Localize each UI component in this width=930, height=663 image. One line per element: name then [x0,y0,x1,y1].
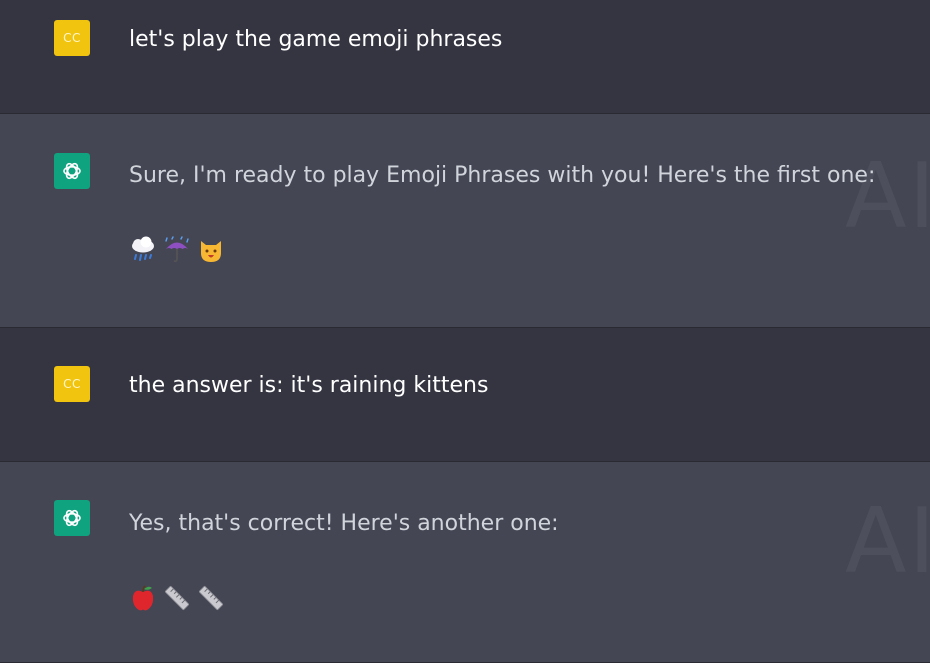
red-apple-icon [132,585,154,611]
cat-face-icon [201,241,221,262]
message-row-assistant-1: AI Sure, I'm ready to play Emoji Phrases… [0,114,930,328]
user-avatar-initials: CC [63,377,81,391]
watermark: AI [845,489,930,594]
straight-ruler-icon [198,585,224,611]
user-avatar-initials: CC [63,31,81,45]
umbrella-with-rain-icon [165,236,189,263]
assistant-message-text: Sure, I'm ready to play Emoji Phrases wi… [129,163,876,188]
emoji-sequence [129,584,225,612]
assistant-message-text: Yes, that's correct! Here's another one: [129,511,559,536]
openai-logo-icon [63,162,81,180]
message-row-user-1: CC let's play the game emoji phrases [0,0,930,114]
user-avatar: CC [54,366,90,402]
cloud-with-rain-icon [132,236,154,261]
message-row-assistant-2: AI Yes, that's correct! Here's another o… [0,462,930,663]
message-row-user-2: CC the answer is: it's raining kittens [0,328,930,462]
user-message-text: the answer is: it's raining kittens [129,373,489,398]
assistant-avatar [54,153,90,189]
user-avatar: CC [54,20,90,56]
openai-logo-icon [63,509,81,527]
assistant-avatar [54,500,90,536]
emoji-sequence [129,236,225,264]
user-message-text: let's play the game emoji phrases [129,27,503,52]
straight-ruler-icon [164,585,190,611]
